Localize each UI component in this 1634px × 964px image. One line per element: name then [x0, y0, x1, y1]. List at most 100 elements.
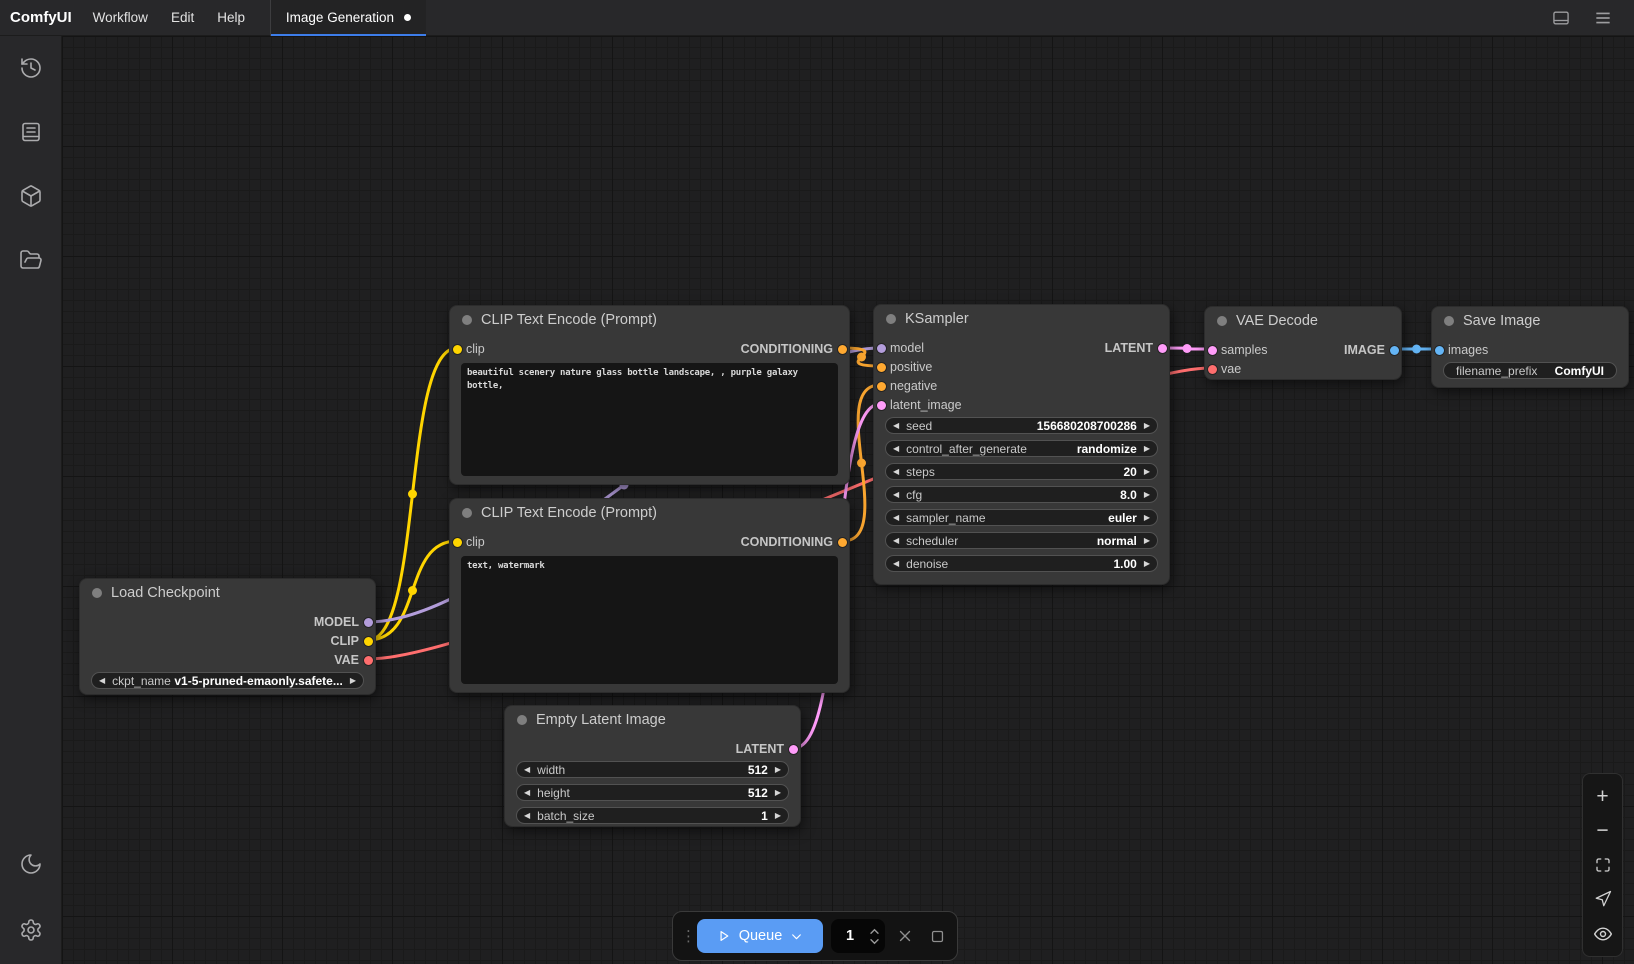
decrement-arrow-icon[interactable]: ◀	[886, 509, 906, 526]
increment-arrow-icon[interactable]: ▶	[1137, 417, 1157, 434]
menu-edit[interactable]: Edit	[171, 10, 194, 25]
node-clip-text-encode-positive[interactable]: CLIP Text Encode (Prompt)clipCONDITIONIN…	[449, 305, 850, 485]
node-title-bar[interactable]: CLIP Text Encode (Prompt)	[450, 499, 849, 527]
pointer-mode-button[interactable]	[1591, 887, 1615, 911]
widget-seed[interactable]: ◀seed156680208700286▶	[885, 417, 1158, 434]
widget-filename_prefix[interactable]: filename_prefixComfyUI	[1443, 362, 1617, 379]
widget-height[interactable]: ◀height512▶	[516, 784, 789, 801]
decrement-arrow-icon[interactable]: ◀	[517, 784, 537, 801]
input-port-positive[interactable]	[877, 363, 886, 372]
output-port-CONDITIONING[interactable]	[838, 538, 847, 547]
node-title-bar[interactable]: Load Checkpoint	[80, 579, 375, 607]
decrement-arrow-icon[interactable]: ◀	[886, 440, 906, 457]
hamburger-menu-icon[interactable]	[1592, 7, 1614, 29]
increment-arrow-icon[interactable]: ▶	[343, 672, 363, 689]
collapse-dot[interactable]	[517, 715, 527, 725]
node-vae-decode[interactable]: VAE DecodesamplesIMAGEvae	[1204, 306, 1402, 380]
theme-moon-icon[interactable]	[19, 852, 43, 876]
collapse-dot[interactable]	[1444, 316, 1454, 326]
decrement-arrow-icon[interactable]: ◀	[886, 417, 906, 434]
increment-arrow-icon[interactable]: ▶	[1137, 463, 1157, 480]
increment-arrow-icon[interactable]: ▶	[1137, 509, 1157, 526]
decrement-arrow-icon[interactable]: ◀	[886, 463, 906, 480]
decrement-arrow-icon[interactable]: ◀	[517, 807, 537, 824]
zoom-out-button[interactable]: −	[1591, 819, 1615, 843]
output-port-CONDITIONING[interactable]	[838, 345, 847, 354]
input-port-model[interactable]	[877, 344, 886, 353]
history-icon[interactable]	[19, 56, 43, 80]
collapse-dot[interactable]	[462, 508, 472, 518]
model-library-icon[interactable]	[19, 184, 43, 208]
increment-arrow-icon[interactable]: ▶	[1137, 486, 1157, 503]
decrement-arrow-icon[interactable]: ◀	[886, 486, 906, 503]
increment-arrow-icon[interactable]: ▶	[768, 761, 788, 778]
output-port-CLIP[interactable]	[364, 637, 373, 646]
workflows-folder-icon[interactable]	[19, 248, 43, 272]
collapse-dot[interactable]	[886, 314, 896, 324]
widget-batch_size[interactable]: ◀batch_size1▶	[516, 807, 789, 824]
input-port-clip[interactable]	[453, 345, 462, 354]
node-title-bar[interactable]: VAE Decode	[1205, 307, 1401, 335]
collapse-dot[interactable]	[462, 315, 472, 325]
widget-width[interactable]: ◀width512▶	[516, 761, 789, 778]
decrement-arrow-icon[interactable]: ◀	[886, 532, 906, 549]
node-ksampler[interactable]: KSamplermodelLATENTpositivenegativelaten…	[873, 304, 1170, 585]
node-clip-text-encode-negative[interactable]: CLIP Text Encode (Prompt)clipCONDITIONIN…	[449, 498, 850, 693]
menu-workflow[interactable]: Workflow	[93, 10, 148, 25]
node-save-image[interactable]: Save Imageimagesfilename_prefixComfyUI	[1431, 306, 1629, 388]
widget-cfg[interactable]: ◀cfg8.0▶	[885, 486, 1158, 503]
decrement-arrow-icon[interactable]: ◀	[517, 761, 537, 778]
widget-steps[interactable]: ◀steps20▶	[885, 463, 1158, 480]
increment-arrow-icon[interactable]: ▶	[1137, 555, 1157, 572]
node-empty-latent-image[interactable]: Empty Latent ImageLATENT◀width512▶◀heigh…	[504, 705, 801, 827]
queue-button[interactable]: Queue	[697, 919, 823, 953]
output-port-MODEL[interactable]	[364, 618, 373, 627]
node-title-bar[interactable]: Save Image	[1432, 307, 1628, 335]
fit-view-button[interactable]	[1591, 853, 1615, 877]
toggle-link-visibility-button[interactable]	[1591, 922, 1615, 946]
widget-label: filename_prefix	[1456, 364, 1537, 378]
collapse-dot[interactable]	[92, 588, 102, 598]
input-port-latent_image[interactable]	[877, 401, 886, 410]
drag-handle[interactable]: ⋮	[681, 927, 689, 945]
input-port-clip[interactable]	[453, 538, 462, 547]
input-port-images[interactable]	[1435, 346, 1444, 355]
batch-count-input[interactable]: 1	[831, 919, 885, 953]
node-title-bar[interactable]: CLIP Text Encode (Prompt)	[450, 306, 849, 334]
widget-sampler_name[interactable]: ◀sampler_nameeuler▶	[885, 509, 1158, 526]
decrement-arrow-icon[interactable]: ◀	[886, 555, 906, 572]
node-title-bar[interactable]: KSampler	[874, 305, 1169, 333]
clear-queue-x-icon[interactable]	[893, 924, 917, 948]
widget-scheduler[interactable]: ◀schedulernormal▶	[885, 532, 1158, 549]
increment-arrow-icon[interactable]: ▶	[768, 784, 788, 801]
tab-image-generation[interactable]: Image Generation	[270, 0, 426, 36]
input-port-vae[interactable]	[1208, 365, 1217, 374]
increment-arrow-icon[interactable]: ▶	[768, 807, 788, 824]
output-port-VAE[interactable]	[364, 656, 373, 665]
output-port-LATENT[interactable]	[789, 745, 798, 754]
menu-help[interactable]: Help	[217, 10, 245, 25]
settings-gear-icon[interactable]	[19, 918, 43, 942]
queue-list-icon[interactable]	[19, 120, 43, 144]
widget-control_after_generate[interactable]: ◀control_after_generaterandomize▶	[885, 440, 1158, 457]
stepper-down-icon[interactable]	[869, 938, 880, 945]
bottom-panel-icon[interactable]	[1550, 7, 1572, 29]
prompt-textarea[interactable]: beautiful scenery nature glass bottle la…	[461, 363, 838, 476]
output-port-LATENT[interactable]	[1158, 344, 1167, 353]
widget-value: euler	[1108, 511, 1137, 525]
node-title-bar[interactable]: Empty Latent Image	[505, 706, 800, 734]
input-port-negative[interactable]	[877, 382, 886, 391]
prompt-textarea[interactable]: text, watermark	[461, 556, 838, 684]
widget-denoise[interactable]: ◀denoise1.00▶	[885, 555, 1158, 572]
widget-ckpt_name[interactable]: ◀ckpt_namev1-5-pruned-emaonly.safete...▶	[91, 672, 364, 689]
decrement-arrow-icon[interactable]: ◀	[92, 672, 112, 689]
collapse-dot[interactable]	[1217, 316, 1227, 326]
node-load-checkpoint[interactable]: Load CheckpointMODELCLIPVAE◀ckpt_namev1-…	[79, 578, 376, 695]
output-port-IMAGE[interactable]	[1390, 346, 1399, 355]
stepper-up-icon[interactable]	[869, 928, 880, 935]
input-port-samples[interactable]	[1208, 346, 1217, 355]
increment-arrow-icon[interactable]: ▶	[1137, 440, 1157, 457]
increment-arrow-icon[interactable]: ▶	[1137, 532, 1157, 549]
stop-square-icon[interactable]	[925, 924, 949, 948]
zoom-in-button[interactable]: +	[1591, 784, 1615, 808]
